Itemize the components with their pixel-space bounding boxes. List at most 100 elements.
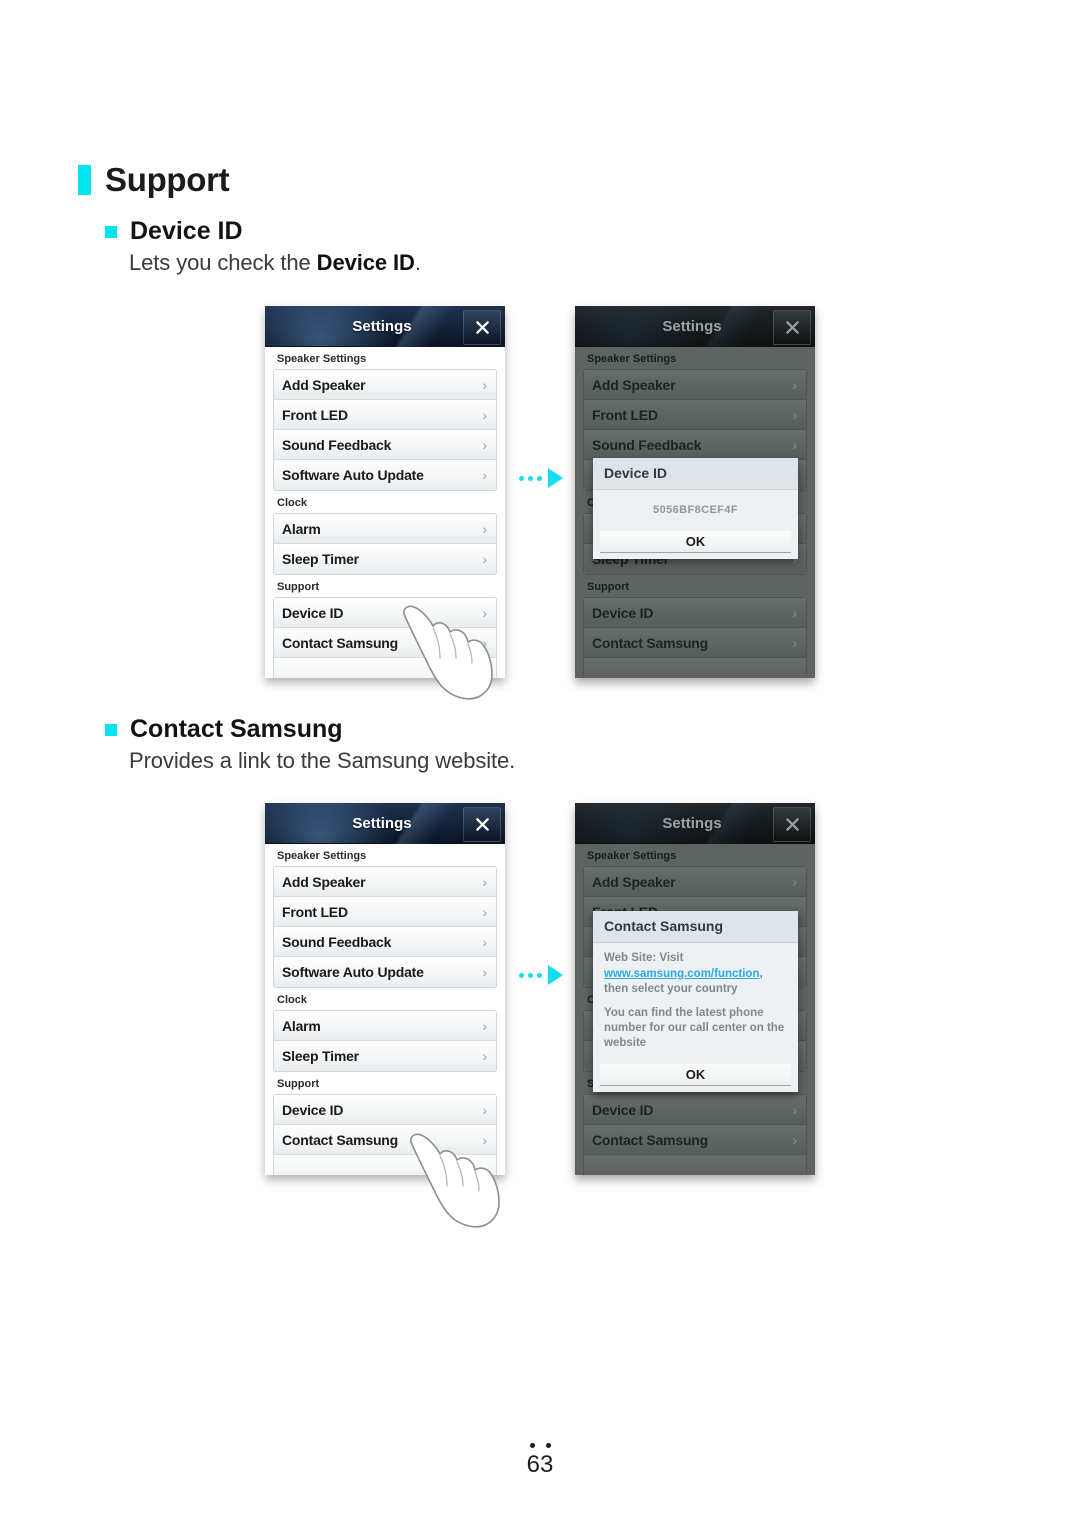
- settings-list: Speaker Settings Add Speaker › Front LED ›…: [265, 347, 505, 678]
- chevron-right-icon: ›: [792, 406, 797, 423]
- close-icon[interactable]: [463, 310, 501, 345]
- list-item-contact-samsung[interactable]: Contact Samsung ›: [584, 1125, 806, 1155]
- chevron-right-icon: ›: [482, 467, 487, 483]
- list-item-device-id[interactable]: Device ID ›: [274, 1095, 496, 1125]
- list-item-label: Add Speaker: [592, 376, 676, 393]
- chevron-right-icon: ›: [482, 436, 487, 453]
- section-group-speaker-settings: Add Speaker› Front LED› Sound Feedback› …: [273, 866, 497, 988]
- chevron-right-icon: ›: [482, 376, 487, 393]
- list-item[interactable]: Add Speaker ›: [584, 867, 806, 897]
- dialog-paragraph-2: You can find the latest phone number for…: [604, 1006, 785, 1050]
- chevron-right-icon: ›: [482, 406, 487, 423]
- list-item-label: Add Speaker: [282, 873, 366, 890]
- chevron-right-icon: ›: [792, 1131, 797, 1148]
- list-item-contact-samsung[interactable]: Contact Samsung ›: [584, 628, 806, 658]
- settings-list: Speaker Settings Add Speaker › Front LED ›…: [265, 844, 505, 1175]
- settings-screen-contact-samsung-dialog: Settings Speaker Settings Add Speaker› F…: [575, 803, 815, 1175]
- list-item-label: Device ID: [592, 1101, 654, 1118]
- list-item-label: Add Speaker: [592, 873, 676, 890]
- chevron-right-icon: ›: [482, 1101, 487, 1118]
- list-item[interactable]: Software Auto Update ›: [274, 460, 496, 490]
- list-item[interactable]: Sleep Timer ›: [274, 544, 496, 574]
- settings-screen-device-id-dialog: Settings Speaker Settings Add Speaker › F…: [575, 306, 815, 678]
- page-footer: 63: [0, 1443, 1080, 1477]
- list-item[interactable]: Alarm ›: [274, 514, 496, 544]
- list-item-label: Contact Samsung: [592, 634, 709, 651]
- section-label-support: Support: [277, 1078, 320, 1090]
- titlebar: Settings: [265, 306, 505, 347]
- list-item-label: Device ID: [282, 1101, 344, 1118]
- section-group-support: Device ID › Contact Samsung ›: [273, 1094, 497, 1175]
- list-item-device-id[interactable]: Device ID ›: [584, 1095, 806, 1125]
- list-item[interactable]: Add Speaker ›: [274, 867, 496, 897]
- list-item-label: Device ID: [592, 604, 654, 621]
- section-group-clock: Alarm › Sleep Timer ›: [273, 513, 497, 575]
- dialog-ok-button[interactable]: OK: [600, 531, 791, 554]
- list-item-label: Front LED: [282, 903, 348, 920]
- chevron-right-icon: ›: [792, 604, 797, 621]
- arrow-head-icon: [548, 965, 563, 985]
- close-icon[interactable]: [463, 807, 501, 842]
- link-suffix: ,: [759, 967, 763, 980]
- close-icon[interactable]: [773, 807, 811, 842]
- page-title: Support: [78, 161, 230, 198]
- list-item-label: Front LED: [282, 406, 348, 423]
- close-icon[interactable]: [773, 310, 811, 345]
- list-item[interactable]: Add Speaker ›: [274, 370, 496, 400]
- list-item[interactable]: Front LED ›: [584, 400, 806, 430]
- list-item[interactable]: Sleep Timer ›: [274, 1041, 496, 1071]
- chevron-right-icon: ›: [792, 376, 797, 393]
- section-label-clock: Clock: [277, 994, 307, 1006]
- list-item[interactable]: Sound Feedback ›: [274, 430, 496, 460]
- list-item-label: Sleep Timer: [282, 1048, 359, 1064]
- section-label-speaker-settings: Speaker Settings: [587, 353, 677, 365]
- section-label-speaker-settings: Speaker Settings: [587, 850, 677, 862]
- dialog-ok-button[interactable]: OK: [600, 1064, 791, 1087]
- description-suffix: .: [414, 250, 421, 275]
- list-item[interactable]: Front LED ›: [274, 400, 496, 430]
- list-item[interactable]: Software Auto Update ›: [274, 957, 496, 987]
- list-item-label: Contact Samsung: [592, 1131, 709, 1148]
- list-item-label: Sound Feedback: [282, 436, 392, 453]
- arrow-dot: [537, 972, 542, 978]
- section-label-speaker-settings: Speaker Settings: [277, 353, 367, 365]
- page-number: 63: [526, 1451, 554, 1478]
- list-item-partial[interactable]: [274, 658, 496, 678]
- subheading-device-id-text: Device ID: [130, 217, 243, 245]
- list-item-partial[interactable]: [584, 658, 806, 678]
- list-item-partial[interactable]: [584, 1155, 806, 1175]
- flow-arrow-1: [519, 468, 563, 488]
- page-title-text: Support: [105, 161, 230, 198]
- arrow-dot: [528, 475, 533, 481]
- chevron-right-icon: ›: [482, 604, 487, 621]
- list-item-device-id[interactable]: Device ID ›: [274, 598, 496, 628]
- list-item-device-id[interactable]: Device ID ›: [584, 598, 806, 628]
- dialog-paragraph-1: Web Site: Visit www.samsung.com/function…: [604, 951, 787, 997]
- description-contact-samsung: Provides a link to the Samsung website.: [129, 748, 516, 773]
- chevron-right-icon: ›: [792, 634, 797, 651]
- list-item-contact-samsung[interactable]: Contact Samsung ›: [274, 628, 496, 658]
- arrow-dot: [528, 972, 533, 978]
- list-item-contact-samsung[interactable]: Contact Samsung ›: [274, 1125, 496, 1155]
- list-item-label: Alarm: [282, 520, 321, 537]
- list-item-label: Software Auto Update: [282, 964, 424, 980]
- list-item[interactable]: Front LED ›: [274, 897, 496, 927]
- list-item-partial[interactable]: [274, 1155, 496, 1175]
- settings-screen-device-id-source: Settings Speaker Settings Add Speaker › F…: [265, 306, 505, 678]
- chevron-right-icon: ›: [482, 933, 487, 950]
- list-item[interactable]: Sound Feedback ›: [274, 927, 496, 957]
- arrow-dot: [537, 475, 542, 481]
- list-item[interactable]: Alarm ›: [274, 1011, 496, 1041]
- list-item[interactable]: Add Speaker ›: [584, 370, 806, 400]
- section-label-speaker-settings: Speaker Settings: [277, 850, 367, 862]
- list-item-label: Sound Feedback: [282, 933, 392, 950]
- list-item[interactable]: Sound Feedback ›: [584, 430, 806, 460]
- flow-arrow-2: [519, 965, 563, 985]
- dialog-title: Contact Samsung: [593, 911, 798, 944]
- chevron-right-icon: ›: [482, 1017, 487, 1034]
- arrow-dot: [519, 972, 524, 978]
- description-device-id: Lets you check the Device ID.: [129, 252, 421, 274]
- section-label-support: Support: [277, 581, 320, 593]
- arrow-dot: [519, 475, 524, 481]
- samsung-website-link[interactable]: www.samsung.com/function: [604, 968, 759, 980]
